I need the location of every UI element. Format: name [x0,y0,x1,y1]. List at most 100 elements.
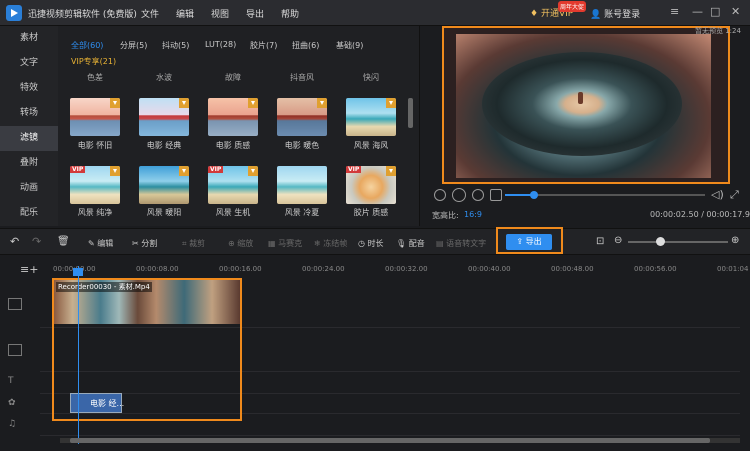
crop-button[interactable]: ⌗ 裁剪 [182,238,205,249]
download-icon [248,98,258,108]
minimize-icon[interactable]: — [692,5,703,18]
sidebar-item-animation[interactable]: 动画 [0,176,58,201]
export-button[interactable]: ⇪ 导出 [506,234,552,250]
video-track-icon [8,298,22,310]
filter-label: 风景 纯净 [77,208,113,217]
ruler-tick: 00:00:32.00 [385,265,428,273]
login-button[interactable]: 👤 账号登录 [590,7,640,20]
edit-button[interactable]: ✎ 编辑 [88,238,113,249]
split-icon: ✂ [132,239,142,248]
category-lut[interactable]: LUT(28) [205,40,236,49]
category-film[interactable]: 胶片(7) [250,40,277,51]
sidebar-item-music[interactable]: 配乐 [0,201,58,226]
close-icon[interactable]: ✕ [731,5,740,18]
freeze-frame-button[interactable]: ❄ 冻结帧 [314,238,347,249]
redo-icon[interactable]: ↷ [32,235,41,248]
menu-file[interactable]: 文件 [141,7,159,20]
panel-scrollbar[interactable] [408,98,413,128]
prev-frame-icon[interactable] [434,189,446,201]
playback-progress-fill [505,194,533,196]
app-logo-icon [6,5,22,21]
filter-thumb[interactable] [139,98,189,136]
category-basic[interactable]: 基础(9) [336,40,363,51]
menu-icon[interactable]: ≡ [670,5,679,18]
filter-thumb[interactable] [277,98,327,136]
filter-thumb[interactable] [139,166,189,204]
stop-icon[interactable] [490,189,502,201]
filter-label: 风景 暖阳 [146,208,182,217]
timeline-scroll-thumb[interactable] [70,438,710,443]
sidebar-item-material[interactable]: 素材 [0,26,58,51]
category-split[interactable]: 分屏(5) [120,40,147,51]
category-vip[interactable]: VIP专享(21) [71,56,116,67]
next-frame-icon[interactable] [472,189,484,201]
export-icon: ⇪ [516,237,526,246]
subcategory-tiktok[interactable]: 抖音风 [277,72,327,83]
delete-icon[interactable]: 🗑 [57,236,70,247]
diamond-icon: ♦ [530,9,541,19]
mosaic-label: 马赛克 [278,239,303,248]
add-track-icon[interactable]: ≡+ [20,263,38,276]
filter-thumb[interactable] [346,98,396,136]
filter-thumb[interactable] [208,98,258,136]
sidebar-item-transition[interactable]: 转场 [0,101,58,126]
zoom-out-icon[interactable]: ⊖ [614,235,622,246]
freeze-label: 冻结帧 [323,239,348,248]
playback-progress-handle[interactable] [530,191,538,199]
duration-button[interactable]: ◷ 时长 [358,238,384,249]
filter-label: 电影 经典 [146,141,182,150]
zoom-button[interactable]: ⊕ 缩放 [228,238,253,249]
edit-icon: ✎ [88,239,98,248]
split-button[interactable]: ✂ 分割 [132,238,157,249]
timeline-zoom-handle[interactable] [656,237,665,246]
subcategory-ripple[interactable]: 水波 [139,72,189,83]
sidebar-item-text[interactable]: 文字 [0,51,58,76]
fullscreen-icon[interactable]: ⤢ [730,188,739,202]
fit-screen-icon[interactable]: ⊡ [596,236,604,247]
undo-icon[interactable]: ↶ [10,235,19,248]
speech-to-text-button[interactable]: ▤ 语音转文字 [436,238,486,249]
sidebar-item-overlay[interactable]: 叠附 [0,151,58,176]
clock-icon: ◷ [358,239,368,248]
category-distort[interactable]: 扭曲(6) [292,40,319,51]
filter-thumb[interactable]: VIP [70,166,120,204]
timeline-zoom-slider[interactable] [628,241,728,243]
menu-edit[interactable]: 编辑 [176,7,194,20]
zoom-in-icon[interactable]: ⊕ [731,235,739,246]
category-shake[interactable]: 抖动(5) [162,40,189,51]
dub-button[interactable]: 🎙 配音 [396,238,425,249]
microphone-icon: 🎙 [396,239,409,248]
download-icon [317,98,327,108]
playhead-line[interactable] [78,266,79,444]
timeline-ruler[interactable]: 00:00:00.00 00:00:08.00 00:00:16.00 00:0… [40,260,750,276]
edit-label: 编辑 [97,239,114,248]
sidebar-item-filter[interactable]: 滤镜 [0,126,58,151]
volume-icon[interactable]: ◁) [711,188,724,201]
play-icon[interactable] [452,188,466,202]
filter-thumb[interactable]: VIP [208,166,258,204]
mosaic-icon: ▦ [268,239,279,248]
aspect-ratio-value[interactable]: 16:9 [464,210,482,219]
playhead-handle[interactable] [73,268,83,276]
subcategory-chromatic[interactable]: 色差 [70,72,120,83]
filter-thumb[interactable] [277,166,327,204]
playback-controls: ◁) ⤢ [428,184,750,226]
mosaic-button[interactable]: ▦ 马赛克 [268,238,302,249]
filter-thumb[interactable] [70,98,120,136]
ruler-tick: 00:00:16.00 [219,265,262,273]
app-title: 迅捷视频剪辑软件 (免费版) [28,10,137,20]
vip-tag: VIP [70,166,86,173]
user-icon: 👤 [590,10,605,20]
sidebar-item-effects[interactable]: 特效 [0,76,58,101]
subcategory-flash[interactable]: 快闪 [346,72,396,83]
menu-export[interactable]: 导出 [246,7,264,20]
menu-help[interactable]: 帮助 [281,7,299,20]
menu-view[interactable]: 视图 [211,7,229,20]
maximize-icon[interactable]: □ [710,5,720,18]
filter-thumb[interactable]: VIP [346,166,396,204]
category-all[interactable]: 全部(60) [71,40,103,51]
clip-selection-highlight [52,278,242,421]
download-icon [386,166,396,176]
duration-label: 时长 [367,239,384,248]
subcategory-glitch[interactable]: 故障 [208,72,258,83]
